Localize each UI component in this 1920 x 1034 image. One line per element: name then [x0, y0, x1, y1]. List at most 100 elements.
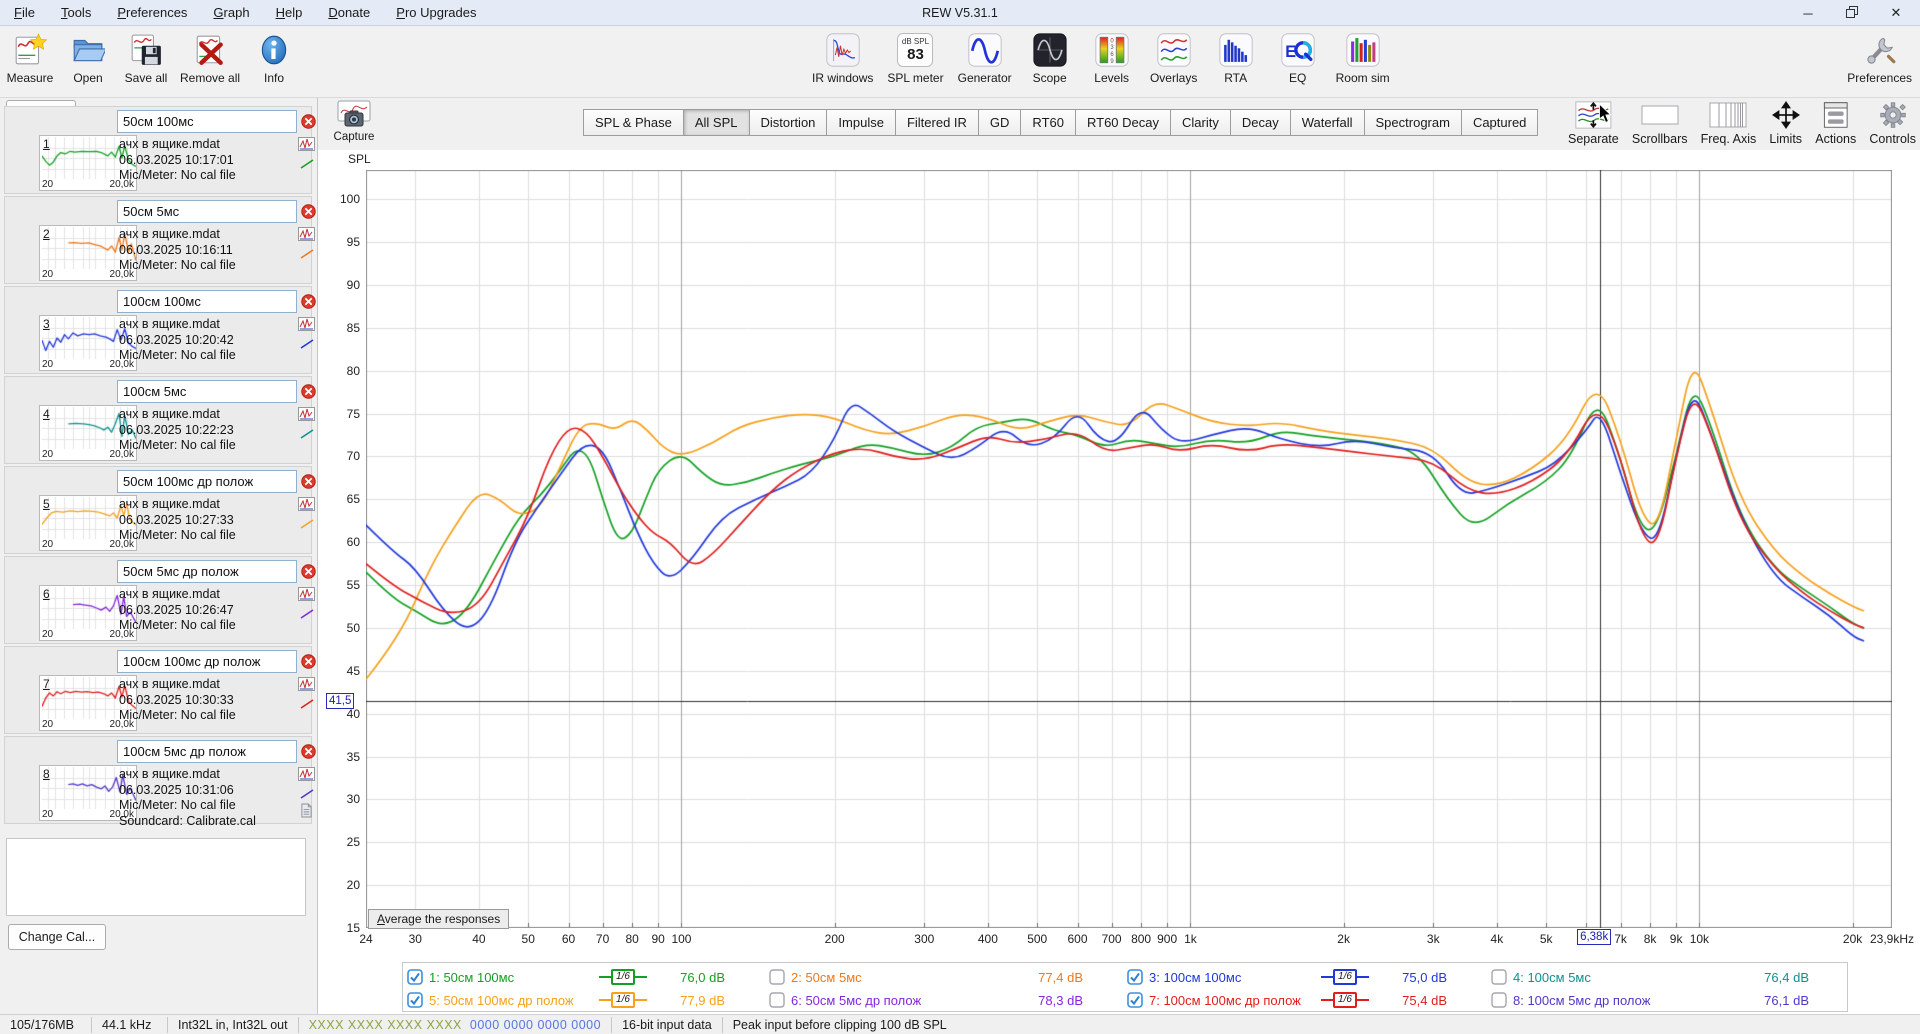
actions-button[interactable]: Actions: [1815, 100, 1856, 146]
measurement-name-input[interactable]: [117, 560, 297, 583]
close-button[interactable]: ✕: [1884, 5, 1908, 21]
legend-checkbox-unchecked[interactable]: [1491, 992, 1507, 1008]
delete-measurement-icon[interactable]: [301, 744, 316, 759]
legend-value: 77,4 dB: [1038, 969, 1083, 985]
levels-button[interactable]: 0 3 6 9 Levels: [1088, 31, 1136, 85]
trend-line-icon[interactable]: [299, 427, 315, 445]
legend-checkbox-checked[interactable]: [1127, 992, 1143, 1008]
limits-button[interactable]: Limits: [1769, 100, 1802, 146]
delete-measurement-icon[interactable]: [301, 294, 316, 309]
x-tick-label: 800: [1131, 932, 1152, 946]
menu-graph[interactable]: Graph: [213, 5, 249, 20]
measure-button[interactable]: Measure: [6, 31, 54, 85]
delete-measurement-icon[interactable]: [301, 204, 316, 219]
generator-icon: [967, 31, 1003, 69]
scrollbars-button[interactable]: Scrollbars: [1632, 100, 1687, 146]
trend-line-icon[interactable]: [299, 157, 315, 175]
open-button[interactable]: Open: [64, 31, 112, 85]
menu-pro-upgrades[interactable]: Pro Upgrades: [396, 5, 476, 20]
delete-measurement-icon[interactable]: [301, 654, 316, 669]
tab-all-spl[interactable]: All SPL: [683, 109, 750, 136]
mini-graph-icon[interactable]: [298, 767, 315, 786]
tab-decay[interactable]: Decay: [1230, 109, 1291, 136]
legend-checkbox-unchecked[interactable]: [769, 969, 785, 985]
mini-graph-icon[interactable]: [298, 407, 315, 426]
info-button[interactable]: Info: [250, 31, 298, 85]
measurement-info: ачх в ящике.mdat 06.03.2025 10:16:11 Mic/M…: [119, 227, 236, 274]
spl-chart-canvas[interactable]: [366, 170, 1892, 928]
measurement-name-input[interactable]: [117, 740, 297, 763]
mini-graph-icon[interactable]: [298, 497, 315, 516]
trend-line-icon[interactable]: [299, 607, 315, 625]
notes-icon[interactable]: [300, 803, 313, 823]
separate-button[interactable]: Separate: [1568, 100, 1619, 146]
measurement-name-input[interactable]: [117, 290, 297, 313]
legend-checkbox-checked[interactable]: [1127, 969, 1143, 985]
mini-graph-icon[interactable]: [298, 587, 315, 606]
tab-spectrogram[interactable]: Spectrogram: [1364, 109, 1462, 136]
room-sim-button[interactable]: Room sim: [1336, 31, 1390, 85]
rta-button[interactable]: RTA: [1212, 31, 1260, 85]
controls-button[interactable]: Controls: [1869, 100, 1916, 146]
trend-line-icon[interactable]: [299, 247, 315, 265]
measurement-info-line: ачх в ящике.mdat: [119, 677, 220, 691]
menu-help[interactable]: Help: [276, 5, 303, 20]
tab-waterfall[interactable]: Waterfall: [1290, 109, 1365, 136]
change-cal-button[interactable]: Change Cal...: [8, 924, 106, 950]
menu-preferences[interactable]: Preferences: [117, 5, 187, 20]
generator-button[interactable]: Generator: [958, 31, 1012, 85]
legend-checkbox-checked[interactable]: [407, 992, 423, 1008]
mini-graph-icon[interactable]: [298, 227, 315, 246]
delete-measurement-icon[interactable]: [301, 114, 316, 129]
measurement-name-input[interactable]: [117, 650, 297, 673]
tab-clarity[interactable]: Clarity: [1171, 109, 1231, 136]
legend-value: 76,4 dB: [1764, 969, 1809, 985]
average-responses-button[interactable]: Average the responses: [368, 909, 510, 929]
tab-distortion[interactable]: Distortion: [749, 109, 828, 136]
legend-item-2: 2: 50см 5мс 77,4 dB: [769, 967, 1117, 987]
preferences-button[interactable]: Preferences: [1847, 31, 1912, 85]
delete-measurement-icon[interactable]: [301, 564, 316, 579]
mini-graph-icon[interactable]: [298, 317, 315, 336]
remove-all-button[interactable]: Remove all: [180, 31, 240, 85]
legend-checkbox-checked[interactable]: [407, 969, 423, 985]
ir-windows-button[interactable]: IR windows: [812, 31, 873, 85]
tab-spl-phase[interactable]: SPL & Phase: [583, 109, 684, 136]
trend-line-icon[interactable]: [299, 337, 315, 355]
measurement-name-input[interactable]: [117, 110, 297, 133]
restore-button[interactable]: [1840, 5, 1864, 21]
legend-checkbox-unchecked[interactable]: [769, 992, 785, 1008]
tab-rt60-decay[interactable]: RT60 Decay: [1075, 109, 1171, 136]
freq-axis-button[interactable]: Freq. Axis: [1701, 100, 1756, 146]
tab-captured[interactable]: Captured: [1461, 109, 1539, 136]
trend-line-icon[interactable]: [299, 697, 315, 715]
save-all-button[interactable]: Save all: [122, 31, 170, 85]
trend-line-icon[interactable]: [299, 517, 315, 535]
eq-button[interactable]: E EQ: [1274, 31, 1322, 85]
tab-rt60[interactable]: RT60: [1021, 109, 1076, 136]
legend-label: 7: 100см 100мс др полож: [1149, 992, 1301, 1008]
menu-file[interactable]: File: [14, 5, 35, 20]
overlays-button[interactable]: Overlays: [1150, 31, 1198, 85]
minimize-button[interactable]: ─: [1796, 6, 1820, 21]
tab-filtered-ir[interactable]: Filtered IR: [895, 109, 979, 136]
measurement-name-input[interactable]: [117, 200, 297, 223]
mini-graph-icon[interactable]: [298, 137, 315, 156]
measurement-info-line: Mic/Meter: No cal file: [119, 798, 236, 812]
spl-meter-button[interactable]: dB SPL 83 SPL meter: [887, 31, 944, 85]
tab-impulse[interactable]: Impulse: [827, 109, 896, 136]
remove-all-label: Remove all: [180, 71, 241, 85]
menu-donate[interactable]: Donate: [328, 5, 370, 20]
delete-measurement-icon[interactable]: [301, 474, 316, 489]
scope-button[interactable]: Scope: [1026, 31, 1074, 85]
legend-checkbox-unchecked[interactable]: [1491, 969, 1507, 985]
remove-all-icon: [192, 31, 228, 69]
capture-button[interactable]: Capture: [330, 100, 378, 143]
measurement-name-input[interactable]: [117, 470, 297, 493]
measurement-name-input[interactable]: [117, 380, 297, 403]
delete-measurement-icon[interactable]: [301, 384, 316, 399]
menu-tools[interactable]: Tools: [61, 5, 91, 20]
tab-gd[interactable]: GD: [978, 109, 1022, 136]
thumb-axis-left: 20: [42, 719, 54, 730]
mini-graph-icon[interactable]: [298, 677, 315, 696]
